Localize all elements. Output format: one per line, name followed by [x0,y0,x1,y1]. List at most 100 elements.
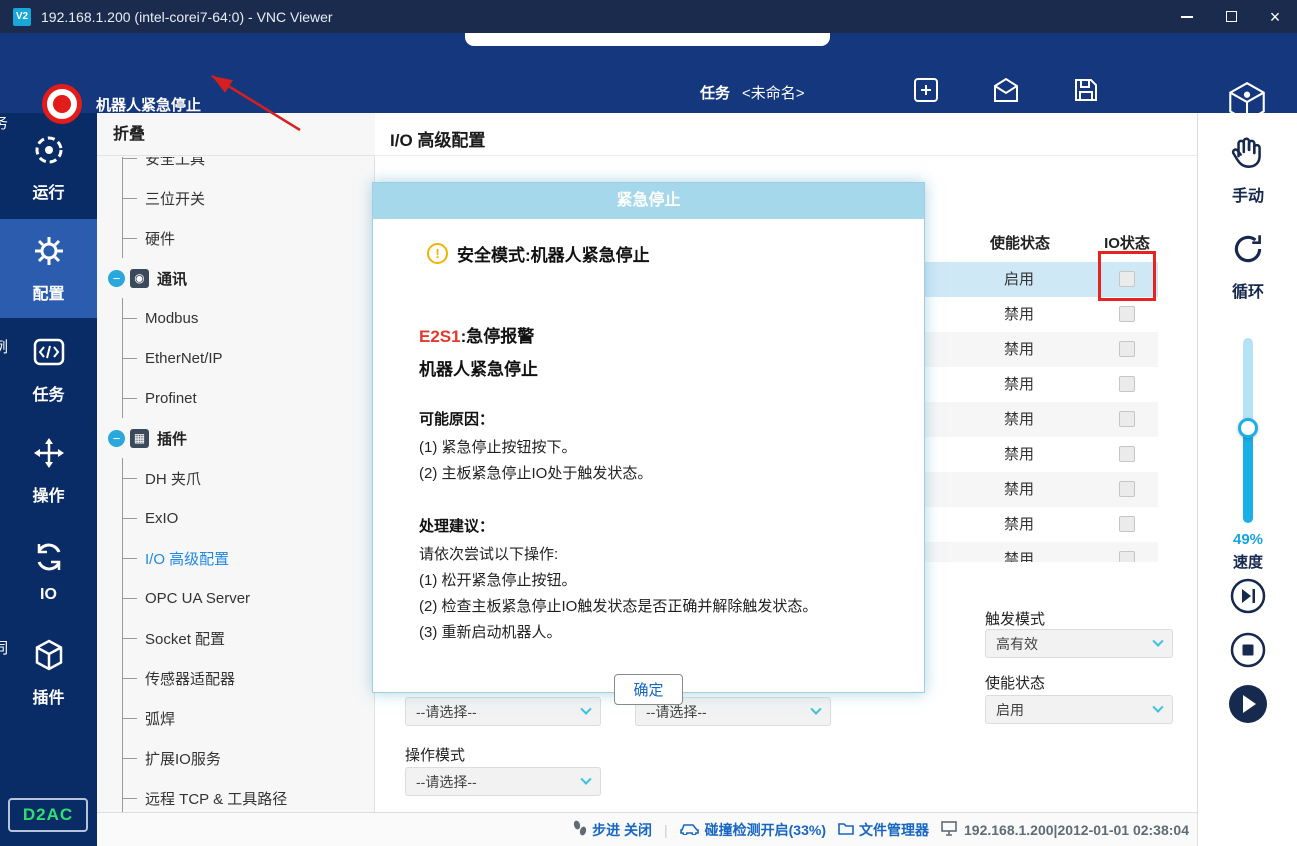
tree-item-label: I/O 高级配置 [145,548,229,569]
monitor-icon [941,821,959,839]
io-state-checkbox[interactable] [1119,551,1135,562]
loop-mode-button[interactable]: 循环 [1198,231,1297,302]
enable-status-cell: 禁用 [969,402,1069,437]
dialog-title: 紧急停止 [373,183,924,219]
emergency-stop-label: 机器人紧急停止 [96,94,201,115]
sidebar-item-run[interactable]: 运行 [0,118,97,217]
car-collision-icon [680,821,700,838]
tree-item[interactable]: Profinet [97,378,349,418]
screen: V2 192.168.1.200 (intel-corei7-64:0) - V… [0,0,1297,846]
tree-item[interactable]: 弧焊 [97,698,349,738]
io-state-checkbox[interactable] [1119,376,1135,392]
tree-item[interactable]: EtherNet/IP [97,338,349,378]
enable-state-select[interactable]: 启用 [985,695,1173,724]
warning-icon: ! [427,243,448,264]
task-value[interactable]: <未命名> [742,82,805,103]
tree-item[interactable]: 三位开关 [97,178,349,218]
open-button[interactable]: 打开 [973,75,1039,139]
save-button[interactable]: 保存 [1053,75,1119,139]
advice-line: (3) 重新启动机器人。 [419,620,878,646]
tree-item[interactable]: ExIO [97,498,349,538]
file-manager-button[interactable]: 文件管理器 [838,820,929,840]
io-state-checkbox[interactable] [1119,341,1135,357]
enable-state-value: 启用 [996,700,1024,720]
tree-branch-line [122,578,123,618]
tree-item-label: Profinet [145,390,197,407]
step-forward-button[interactable] [1229,577,1267,620]
tree-branch-line [122,658,123,698]
enable-status-cell: 禁用 [969,367,1069,402]
alarm-code: E2S1 [419,327,461,346]
sidebar-item-task[interactable]: 任务 [0,320,97,419]
trigger-mode-select[interactable]: 高有效 [985,629,1173,658]
minimize-button[interactable] [1165,0,1209,33]
save-button-label: 保存 [1072,119,1100,139]
select-placeholder: --请选择-- [416,772,477,792]
tree-item[interactable]: ◉ 通讯 [97,258,349,298]
tree-item[interactable]: OPC UA Server [97,578,349,618]
emergency-stop-core-icon [53,95,71,113]
step-mode-toggle[interactable]: 步进 关闭 [573,820,652,840]
io-state-checkbox[interactable] [1119,481,1135,497]
tree-item-label: 扩展IO服务 [145,748,221,769]
collision-detect-toggle[interactable]: 碰撞检测开启(33%) [680,820,826,840]
sidebar-item-config[interactable]: 配置 [0,219,97,318]
cause-line: (1) 紧急停止按钮按下。 [419,435,878,461]
connection-status: 192.168.1.200|2012-01-01 02:38:04 [941,821,1189,839]
emergency-stop-indicator[interactable] [42,84,82,124]
tree-item-label: DH 夹爪 [145,468,201,489]
emergency-stop-dialog: 紧急停止 ! 安全模式:机器人紧急停止 E2S1:急停报警 机器人紧急停止 可能… [372,182,925,693]
collapse-minus-icon[interactable] [108,430,125,447]
enable-status-cell: 禁用 [969,542,1069,562]
tree-item[interactable]: 扩展IO服务 [97,738,349,778]
tree-item[interactable]: ▦ 插件 [97,418,349,458]
tree-branch-line [122,618,123,658]
trigger-mode-value: 高有效 [996,634,1038,654]
chevron-down-icon [1152,635,1163,646]
tree-item[interactable]: Modbus [97,298,349,338]
config-value[interactable]: default [742,119,787,136]
sidebar-item-operate[interactable]: 操作 [0,421,97,520]
tree-item[interactable]: 安全工具 [97,157,349,178]
enable-status-cell: 禁用 [969,297,1069,332]
stop-button[interactable] [1229,631,1267,674]
maximize-button[interactable] [1209,0,1253,33]
sidebar-item-io[interactable]: IO [0,522,97,621]
speed-slider-thumb[interactable] [1238,418,1258,438]
tree-item[interactable]: 远程 TCP & 工具路径 [97,778,349,812]
tree-item[interactable]: DH 夹爪 [97,458,349,498]
tree-item[interactable]: I/O 高级配置 [97,538,349,578]
io-state-checkbox[interactable] [1119,271,1135,287]
vnc-toolbar-tab[interactable] [465,33,830,46]
maximize-icon [1226,11,1237,22]
io-state-checkbox[interactable] [1119,516,1135,532]
manual-mode-button[interactable]: 手动 [1198,135,1297,206]
footsteps-icon [573,820,587,839]
loop-mode-label: 循环 [1232,278,1264,302]
tree-item-label: ExIO [145,510,178,527]
tree-branch-line [122,738,123,778]
new-button[interactable]: 新建 [893,75,959,139]
collapse-minus-icon[interactable] [108,270,125,287]
chevron-down-icon [580,773,591,784]
enable-status-cell: 禁用 [969,472,1069,507]
io-state-checkbox[interactable] [1119,446,1135,462]
tree-item-label: 硬件 [145,228,175,249]
play-button[interactable] [1227,683,1269,730]
tree-item[interactable]: 硬件 [97,218,349,258]
io-state-checkbox[interactable] [1119,306,1135,322]
ok-button[interactable]: 确定 [614,674,682,705]
close-button[interactable]: × [1253,0,1297,33]
operation-mode-select[interactable]: --请选择-- [405,767,601,796]
tree-item[interactable]: 传感器适配器 [97,658,349,698]
divider [375,155,1197,156]
sidebar-item-plugin[interactable]: 插件 [0,623,97,722]
tree-item[interactable]: Socket 配置 [97,618,349,658]
manual-mode-label: 手动 [1232,182,1264,206]
edge-clipped-text: 务 [0,112,8,133]
d2ac-button[interactable]: D2AC [8,798,88,832]
io-state-checkbox[interactable] [1119,411,1135,427]
tree-branch-line [122,498,123,538]
task-label: 任务 [700,82,730,103]
new-button-label: 新建 [912,119,940,139]
